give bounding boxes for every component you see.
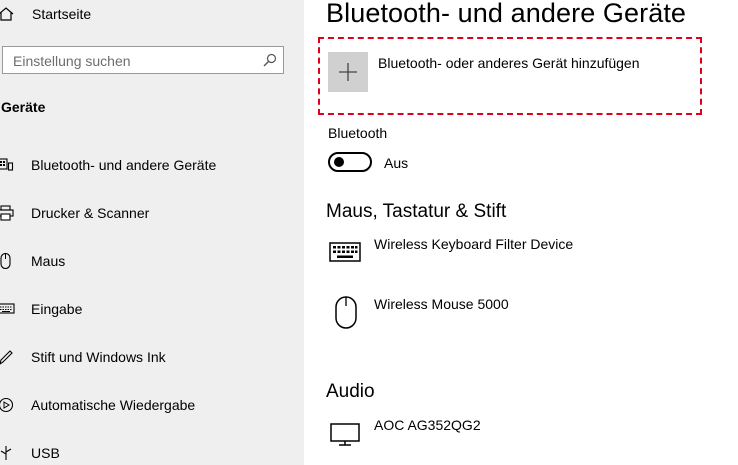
sidebar-item-label: Bluetooth- und andere Geräte [31, 157, 217, 173]
sidebar-section-title: Geräte [1, 99, 46, 115]
main-content: Bluetooth- und andere Geräte Bluetooth- … [304, 0, 738, 465]
device-item-monitor[interactable]: AOC AG352QG2 [326, 417, 726, 465]
autoplay-icon [0, 397, 15, 413]
sidebar-item-input[interactable]: Eingabe [0, 289, 304, 329]
bluetooth-label: Bluetooth [328, 125, 388, 141]
bluetooth-toggle[interactable] [328, 152, 372, 172]
monitor-icon [328, 417, 362, 451]
sidebar: Startseite Einstellung suchen Geräte Blu… [0, 0, 304, 465]
device-name: Wireless Mouse 5000 [374, 296, 509, 312]
mouse-icon [328, 296, 362, 330]
highlight-box [318, 37, 702, 115]
sidebar-item-pen[interactable]: Stift und Windows Ink [0, 337, 304, 377]
sidebar-item-bluetooth[interactable]: Bluetooth- und andere Geräte [0, 145, 304, 185]
sidebar-item-autoplay[interactable]: Automatische Wiedergabe [0, 385, 304, 425]
section-title-input-devices: Maus, Tastatur & Stift [326, 201, 507, 222]
mouse-icon [0, 252, 15, 270]
bluetooth-devices-icon [0, 157, 15, 173]
add-device-button[interactable] [328, 52, 368, 92]
sidebar-item-usb[interactable]: USB [0, 433, 304, 465]
device-item-keyboard[interactable]: Wireless Keyboard Filter Device [326, 236, 726, 284]
sidebar-item-label: Stift und Windows Ink [31, 349, 166, 365]
sidebar-item-printers[interactable]: Drucker & Scanner [0, 193, 304, 233]
home-icon [0, 7, 14, 21]
search-icon[interactable] [263, 53, 277, 67]
sidebar-item-label: USB [31, 445, 60, 461]
plus-icon [339, 63, 357, 81]
usb-icon [0, 445, 15, 461]
add-device-label[interactable]: Bluetooth- oder anderes Gerät hinzufügen [378, 55, 640, 71]
sidebar-home-label: Startseite [32, 6, 92, 22]
device-name: Wireless Keyboard Filter Device [374, 236, 574, 252]
bluetooth-toggle-state: Aus [384, 155, 409, 171]
sidebar-item-mouse[interactable]: Maus [0, 241, 304, 281]
search-placeholder: Einstellung suchen [13, 53, 131, 69]
page-title: Bluetooth- und andere Geräte [326, 0, 687, 28]
device-name: AOC AG352QG2 [374, 417, 481, 433]
settings-window: Startseite Einstellung suchen Geräte Blu… [0, 0, 738, 465]
keyboard-icon [328, 236, 362, 270]
search-input[interactable]: Einstellung suchen [2, 46, 284, 74]
sidebar-item-label: Automatische Wiedergabe [31, 397, 196, 413]
device-item-mouse[interactable]: Wireless Mouse 5000 [326, 296, 726, 344]
sidebar-item-label: Drucker & Scanner [31, 205, 150, 221]
printer-icon [0, 205, 15, 221]
pen-icon [0, 349, 15, 365]
keyboard-icon [0, 301, 15, 317]
section-title-audio: Audio [326, 381, 375, 402]
toggle-knob [334, 157, 344, 167]
sidebar-item-label: Maus [31, 253, 66, 269]
sidebar-item-label: Eingabe [31, 301, 83, 317]
